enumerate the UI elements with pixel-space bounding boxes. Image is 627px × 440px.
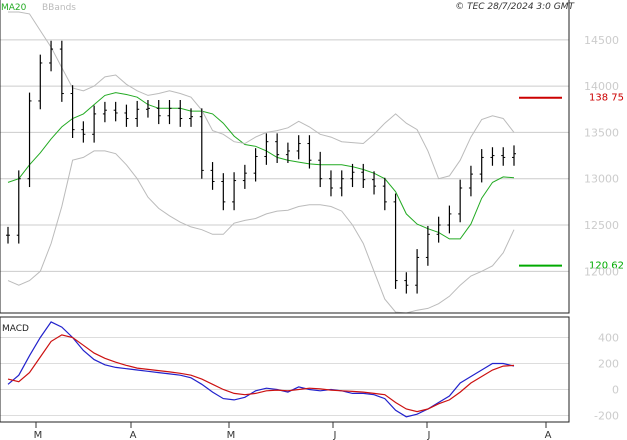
copyright-credit: © TEC 28/7/2024 3:0 GMT bbox=[455, 2, 575, 12]
month-tick-label: M bbox=[34, 430, 43, 440]
price-tick-label: 14000 bbox=[584, 80, 619, 93]
legend-ma20: MA20 bbox=[1, 3, 27, 13]
macd-tick-label: 200 bbox=[598, 358, 619, 371]
level-marker-label: 138 75 bbox=[589, 93, 624, 104]
month-tick-label: J bbox=[427, 430, 431, 440]
price-tick-label: 13000 bbox=[584, 173, 619, 186]
month-tick-label: J bbox=[333, 430, 337, 440]
price-tick-label: 13500 bbox=[584, 126, 619, 139]
price-tick-label: 14500 bbox=[584, 34, 619, 47]
price-tick-label: 12500 bbox=[584, 219, 619, 232]
month-tick-label: A bbox=[130, 430, 137, 440]
macd-tick-label: 0 bbox=[612, 384, 619, 397]
macd-title: MACD bbox=[2, 324, 29, 334]
legend-bbands: BBands bbox=[42, 3, 76, 13]
price-tick-label: 12000 bbox=[584, 265, 619, 278]
macd-tick-label: -200 bbox=[594, 410, 619, 423]
macd-tick-label: 400 bbox=[598, 332, 619, 345]
chart-canvas: 138 75120 62 145001400013500130001250012… bbox=[0, 0, 627, 440]
month-tick-label: A bbox=[545, 430, 552, 440]
month-tick-label: M bbox=[227, 430, 236, 440]
